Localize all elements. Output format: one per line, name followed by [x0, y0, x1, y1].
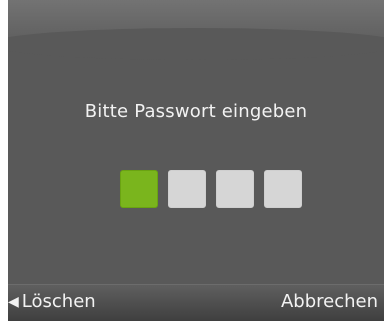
delete-label: Löschen	[21, 291, 96, 312]
cancel-label: Abbrechen	[280, 291, 378, 312]
left-arrow-icon: ◀	[8, 294, 19, 310]
softkey-bar: ◀ Löschen Abbrechen	[8, 284, 384, 321]
password-prompt: Bitte Passwort eingeben	[84, 101, 308, 122]
password-screen: Bitte Passwort eingeben ◀ Löschen Abbrech…	[8, 0, 384, 321]
cancel-softkey[interactable]: Abbrechen	[281, 291, 378, 312]
header-band	[8, 0, 384, 60]
pin-entry[interactable]	[120, 170, 302, 208]
pin-digit-3	[216, 170, 254, 208]
pin-digit-4	[264, 170, 302, 208]
pin-digit-1	[120, 170, 158, 208]
delete-softkey[interactable]: ◀ Löschen	[8, 291, 96, 312]
pin-digit-2	[168, 170, 206, 208]
